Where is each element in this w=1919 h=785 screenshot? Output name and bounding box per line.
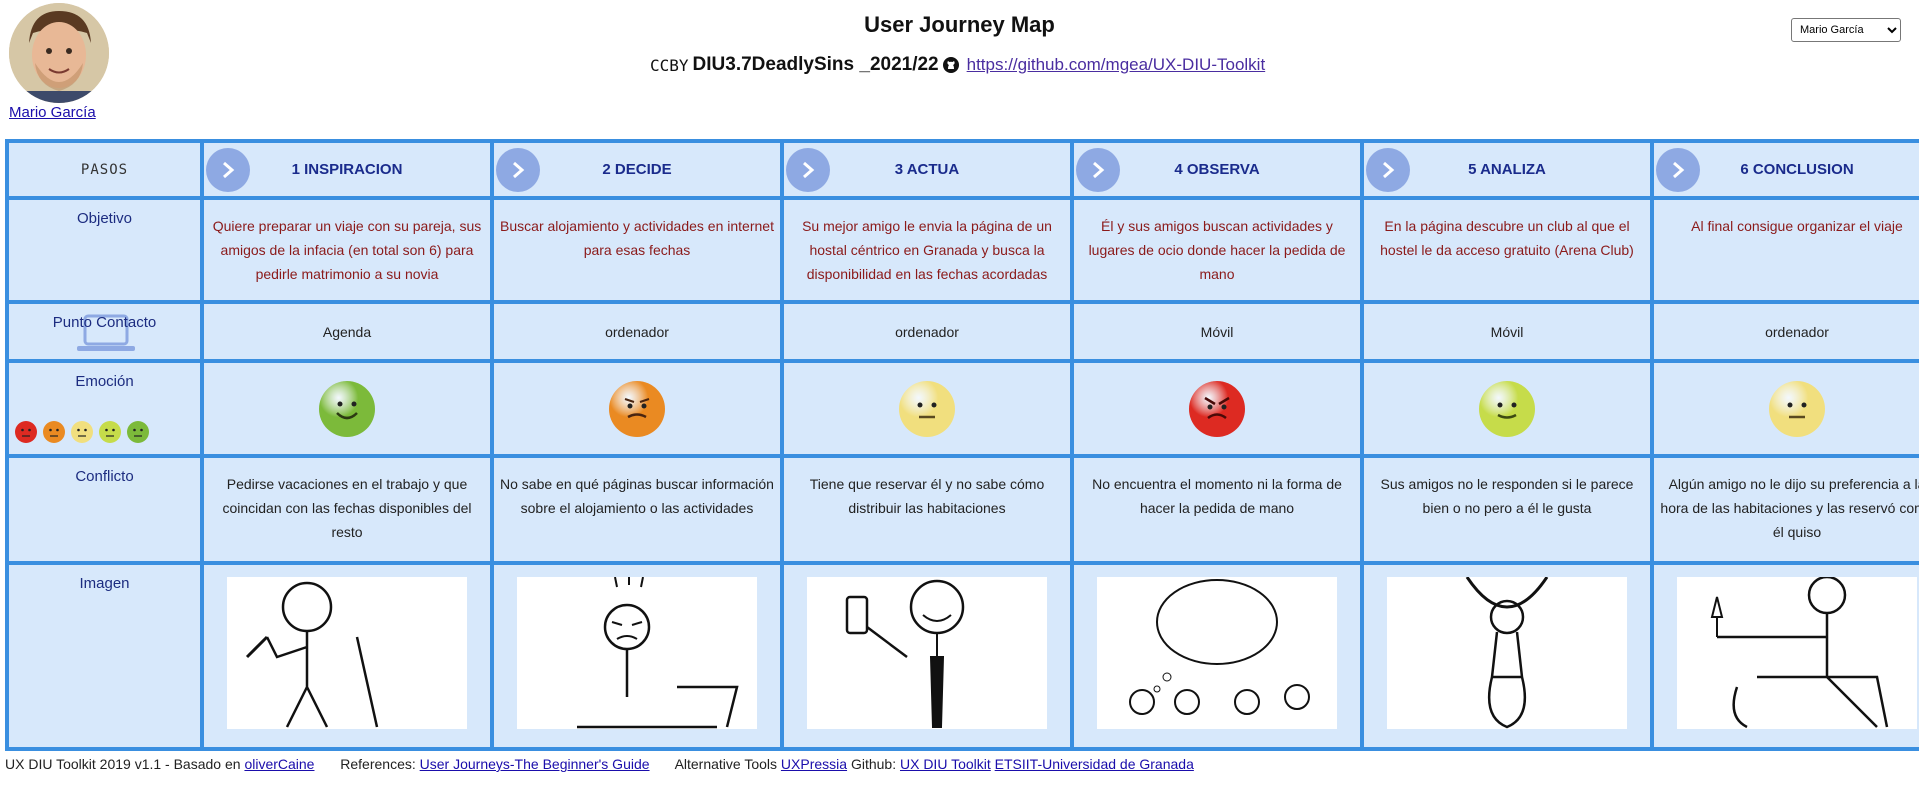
step-emotion-cell (1074, 363, 1360, 454)
footer-alt-tools-label: Alternative Tools (674, 756, 778, 772)
step-conflicto: No sabe en qué páginas buscar informació… (494, 458, 780, 561)
step-objetivo: Su mejor amigo le envia la página de un … (784, 200, 1070, 300)
row-label-emocion: Emoción (75, 373, 134, 390)
row-label-pasos: PASOS (9, 143, 200, 196)
emotion-scale-face-icon (98, 420, 122, 448)
step-conflicto: Sus amigos no le responden si le parece … (1364, 458, 1650, 561)
emotion-scale-face-icon (14, 420, 38, 448)
journey-map-grid: PASOS Objetivo Punto Contacto Emoción Co… (5, 139, 1919, 751)
step-objetivo: Buscar alojamiento y actividades en inte… (494, 200, 780, 300)
step-illustration (1677, 577, 1917, 729)
footer-alt-tools-link[interactable]: UXPressia (781, 756, 847, 772)
step-illustration (1097, 577, 1337, 729)
emotion-happy-icon (319, 380, 375, 437)
step-image-cell (204, 565, 490, 747)
emotion-annoyed-icon (609, 380, 665, 437)
row-label-conflicto: Conflicto (9, 458, 200, 561)
emotion-scale-face-icon (126, 420, 150, 448)
step-emotion-cell (1654, 363, 1919, 454)
emotion-scale (14, 420, 150, 448)
step-objetivo: En la página descubre un club al que el … (1364, 200, 1650, 300)
chevron-right-icon[interactable] (496, 148, 540, 192)
step-image-cell (1074, 565, 1360, 747)
emotion-neutral-icon (1769, 380, 1825, 437)
step-header: 1 INSPIRACION (204, 143, 490, 196)
step-objetivo: Quiere preparar un viaje con su pareja, … (204, 200, 490, 300)
step-header: 4 OBSERVA (1074, 143, 1360, 196)
step-objetivo: Él y sus amigos buscan actividades y lug… (1074, 200, 1360, 300)
footer-github-label: Github: (850, 756, 897, 772)
row-label-imagen: Imagen (9, 565, 200, 747)
row-label-objetivo: Objetivo (9, 200, 200, 300)
step-conflicto: Algún amigo no le dijo su preferencia a … (1654, 458, 1919, 561)
chevron-right-icon[interactable] (1656, 148, 1700, 192)
subtitle: CCBY DIU3.7DeadlySins _2021/22 https://g… (650, 54, 1265, 76)
chevron-right-icon[interactable] (206, 148, 250, 192)
step-contacto: Móvil (1074, 304, 1360, 359)
step-header: 3 ACTUA (784, 143, 1070, 196)
step-objetivo: Al final consigue organizar el viaje (1654, 200, 1919, 300)
emotion-scale-face-icon (70, 420, 94, 448)
github-icon (942, 57, 959, 73)
step-title: 2 DECIDE (602, 161, 672, 178)
step-illustration (1387, 577, 1627, 729)
emotion-neutral-icon (899, 380, 955, 437)
chevron-right-icon[interactable] (1076, 148, 1120, 192)
repo-link[interactable]: https://github.com/mgea/UX-DIU-Toolkit (967, 55, 1266, 75)
step-image-cell (1364, 565, 1650, 747)
step-image-cell (1654, 565, 1919, 747)
footer-etsiit-link[interactable]: ETSIIT-Universidad de Granada (995, 756, 1194, 772)
step-contacto: Agenda (204, 304, 490, 359)
step-title: 1 INSPIRACION (291, 161, 403, 178)
step-title: 3 ACTUA (894, 161, 960, 178)
license-label: CCBY (650, 55, 689, 75)
step-header: 2 DECIDE (494, 143, 780, 196)
step-emotion-cell (784, 363, 1070, 454)
row-label-contacto-cell: Punto Contacto (9, 304, 200, 359)
footer-references-link[interactable]: User Journeys-The Beginner's Guide (420, 756, 650, 772)
step-image-cell (494, 565, 780, 747)
chevron-right-icon[interactable] (786, 148, 830, 192)
step-contacto: ordenador (784, 304, 1070, 359)
step-contacto: ordenador (1654, 304, 1919, 359)
step-contacto: Móvil (1364, 304, 1650, 359)
row-label-contacto: Punto Contacto (52, 314, 157, 331)
footer-based-link[interactable]: oliverCaine (244, 756, 314, 772)
step-emotion-cell (494, 363, 780, 454)
emotion-scale-face-icon (42, 420, 66, 448)
step-illustration (517, 577, 757, 729)
step-emotion-cell (204, 363, 490, 454)
row-label-emocion-cell: Emoción (9, 363, 200, 454)
step-conflicto: Pedirse vacaciones en el trabajo y que c… (204, 458, 490, 561)
footer: UX DIU Toolkit 2019 v1.1 - Basado en oli… (5, 756, 1194, 772)
step-contacto: ordenador (494, 304, 780, 359)
emotion-content-icon (1479, 380, 1535, 437)
emotion-angry-icon (1189, 380, 1245, 437)
page-title: User Journey Map (864, 12, 1055, 37)
chevron-right-icon[interactable] (1366, 148, 1410, 192)
step-illustration (807, 577, 1047, 729)
step-conflicto: Tiene que reservar él y no sabe cómo dis… (784, 458, 1070, 561)
step-header: 5 ANALIZA (1364, 143, 1650, 196)
step-header: 6 CONCLUSION (1654, 143, 1919, 196)
repo-name: DIU3.7DeadlySins _2021/22 (692, 54, 939, 75)
footer-prefix: UX DIU Toolkit 2019 v1.1 - Basado en (5, 756, 241, 772)
step-emotion-cell (1364, 363, 1650, 454)
author-link[interactable]: Mario García (9, 104, 96, 121)
step-title: 4 OBSERVA (1174, 161, 1260, 178)
footer-references-label: References: (340, 756, 416, 772)
footer-github-link[interactable]: UX DIU Toolkit (900, 756, 991, 772)
step-title: 6 CONCLUSION (1740, 161, 1854, 178)
step-conflicto: No encuentra el momento ni la forma de h… (1074, 458, 1360, 561)
user-select[interactable]: Mario García (1791, 18, 1901, 42)
step-image-cell (784, 565, 1070, 747)
step-title: 5 ANALIZA (1468, 161, 1546, 178)
step-illustration (227, 577, 467, 729)
